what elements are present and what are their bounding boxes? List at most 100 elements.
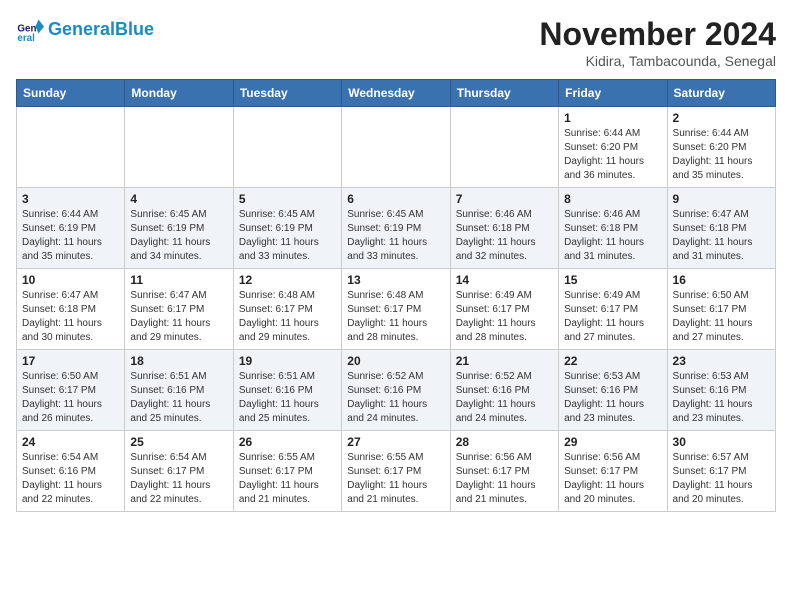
day-number: 15 xyxy=(564,273,661,287)
day-number: 9 xyxy=(673,192,770,206)
calendar-cell: 17Sunrise: 6:50 AM Sunset: 6:17 PM Dayli… xyxy=(17,350,125,431)
day-number: 20 xyxy=(347,354,444,368)
day-number: 10 xyxy=(22,273,119,287)
calendar-cell: 26 Sunrise: 6:55 AM Sunset: 6:17 PM Dayli… xyxy=(233,431,341,512)
calendar-cell: 9 Sunrise: 6:47 AM Sunset: 6:18 PM Daylig… xyxy=(667,188,775,269)
calendar-cell: 1 Sunrise: 6:44 AM Sunset: 6:20 PM Daylig… xyxy=(559,107,667,188)
day-info: Sunrise: 6:48 AM Sunset: 6:17 PM Dayligh… xyxy=(347,289,444,345)
day-info: Sunrise: 6:47 AM Sunset: 6:18 PM Dayligh… xyxy=(22,289,119,345)
calendar-body: 1 Sunrise: 6:44 AM Sunset: 6:20 PM Daylig… xyxy=(17,107,776,512)
calendar-cell xyxy=(17,107,125,188)
calendar-cell: 5 Sunrise: 6:45 AM Sunset: 6:19 PM Daylig… xyxy=(233,188,341,269)
calendar-cell xyxy=(450,107,558,188)
calendar-cell: 19 Sunrise: 6:51 AM Sunset: 6:16 PM Dayli… xyxy=(233,350,341,431)
logo: Gen eral GeneralBlue xyxy=(16,16,154,44)
calendar-cell: 20 Sunrise: 6:52 AM Sunset: 6:16 PM Dayli… xyxy=(342,350,450,431)
calendar-cell xyxy=(233,107,341,188)
svg-text:eral: eral xyxy=(17,33,35,44)
day-info: Sunrise: 6:45 AM Sunset: 6:19 PM Dayligh… xyxy=(130,208,227,264)
logo-text-line1: GeneralBlue xyxy=(48,20,154,40)
day-info: Sunrise: 6:50 AM Sunset: 6:17 PM Dayligh… xyxy=(673,289,770,345)
calendar-cell: 11Sunrise: 6:47 AM Sunset: 6:17 PM Dayli… xyxy=(125,269,233,350)
day-number: 22 xyxy=(564,354,661,368)
weekday-row: SundayMondayTuesdayWednesdayThursdayFrid… xyxy=(17,80,776,107)
weekday-header-friday: Friday xyxy=(559,80,667,107)
day-number: 11 xyxy=(130,273,227,287)
day-number: 24 xyxy=(22,435,119,449)
calendar-cell: 22 Sunrise: 6:53 AM Sunset: 6:16 PM Dayli… xyxy=(559,350,667,431)
day-info: Sunrise: 6:53 AM Sunset: 6:16 PM Dayligh… xyxy=(564,370,661,426)
location-subtitle: Kidira, Tambacounda, Senegal xyxy=(539,53,776,69)
day-number: 17 xyxy=(22,354,119,368)
calendar-cell: 2Sunrise: 6:44 AM Sunset: 6:20 PM Daylig… xyxy=(667,107,775,188)
day-info: Sunrise: 6:45 AM Sunset: 6:19 PM Dayligh… xyxy=(239,208,336,264)
day-info: Sunrise: 6:47 AM Sunset: 6:18 PM Dayligh… xyxy=(673,208,770,264)
calendar-cell: 21Sunrise: 6:52 AM Sunset: 6:16 PM Dayli… xyxy=(450,350,558,431)
day-number: 29 xyxy=(564,435,661,449)
logo-blue: Blue xyxy=(115,19,154,39)
calendar-cell: 16 Sunrise: 6:50 AM Sunset: 6:17 PM Dayli… xyxy=(667,269,775,350)
day-number: 1 xyxy=(564,111,661,125)
day-info: Sunrise: 6:54 AM Sunset: 6:17 PM Dayligh… xyxy=(130,451,227,507)
weekday-header-saturday: Saturday xyxy=(667,80,775,107)
day-number: 13 xyxy=(347,273,444,287)
day-number: 25 xyxy=(130,435,227,449)
calendar-week-1: 3Sunrise: 6:44 AM Sunset: 6:19 PM Daylig… xyxy=(17,188,776,269)
calendar-week-0: 1 Sunrise: 6:44 AM Sunset: 6:20 PM Daylig… xyxy=(17,107,776,188)
day-info: Sunrise: 6:56 AM Sunset: 6:17 PM Dayligh… xyxy=(564,451,661,507)
day-number: 14 xyxy=(456,273,553,287)
day-number: 19 xyxy=(239,354,336,368)
calendar-cell: 27Sunrise: 6:55 AM Sunset: 6:17 PM Dayli… xyxy=(342,431,450,512)
day-info: Sunrise: 6:48 AM Sunset: 6:17 PM Dayligh… xyxy=(239,289,336,345)
day-number: 18 xyxy=(130,354,227,368)
day-number: 28 xyxy=(456,435,553,449)
calendar-cell: 15 Sunrise: 6:49 AM Sunset: 6:17 PM Dayli… xyxy=(559,269,667,350)
calendar-cell: 18Sunrise: 6:51 AM Sunset: 6:16 PM Dayli… xyxy=(125,350,233,431)
calendar-cell: 24 Sunrise: 6:54 AM Sunset: 6:16 PM Dayli… xyxy=(17,431,125,512)
calendar-cell: 6 Sunrise: 6:45 AM Sunset: 6:19 PM Daylig… xyxy=(342,188,450,269)
day-info: Sunrise: 6:55 AM Sunset: 6:17 PM Dayligh… xyxy=(239,451,336,507)
calendar-cell: 4 Sunrise: 6:45 AM Sunset: 6:19 PM Daylig… xyxy=(125,188,233,269)
day-info: Sunrise: 6:57 AM Sunset: 6:17 PM Dayligh… xyxy=(673,451,770,507)
day-number: 6 xyxy=(347,192,444,206)
day-info: Sunrise: 6:52 AM Sunset: 6:16 PM Dayligh… xyxy=(347,370,444,426)
day-info: Sunrise: 6:51 AM Sunset: 6:16 PM Dayligh… xyxy=(239,370,336,426)
calendar-cell: 10 Sunrise: 6:47 AM Sunset: 6:18 PM Dayli… xyxy=(17,269,125,350)
day-info: Sunrise: 6:46 AM Sunset: 6:18 PM Dayligh… xyxy=(456,208,553,264)
weekday-header-monday: Monday xyxy=(125,80,233,107)
day-info: Sunrise: 6:45 AM Sunset: 6:19 PM Dayligh… xyxy=(347,208,444,264)
page-header: Gen eral GeneralBlue November 2024 Kidir… xyxy=(16,16,776,69)
calendar-cell: 29 Sunrise: 6:56 AM Sunset: 6:17 PM Dayli… xyxy=(559,431,667,512)
calendar-cell: 7 Sunrise: 6:46 AM Sunset: 6:18 PM Daylig… xyxy=(450,188,558,269)
day-number: 30 xyxy=(673,435,770,449)
day-number: 21 xyxy=(456,354,553,368)
day-info: Sunrise: 6:55 AM Sunset: 6:17 PM Dayligh… xyxy=(347,451,444,507)
weekday-header-wednesday: Wednesday xyxy=(342,80,450,107)
day-info: Sunrise: 6:44 AM Sunset: 6:20 PM Dayligh… xyxy=(673,127,770,183)
day-number: 4 xyxy=(130,192,227,206)
calendar-cell: 25 Sunrise: 6:54 AM Sunset: 6:17 PM Dayli… xyxy=(125,431,233,512)
day-number: 3 xyxy=(22,192,119,206)
calendar-cell: 14 Sunrise: 6:49 AM Sunset: 6:17 PM Dayli… xyxy=(450,269,558,350)
calendar-week-3: 17Sunrise: 6:50 AM Sunset: 6:17 PM Dayli… xyxy=(17,350,776,431)
day-number: 23 xyxy=(673,354,770,368)
logo-icon: Gen eral xyxy=(16,16,44,44)
weekday-header-thursday: Thursday xyxy=(450,80,558,107)
day-number: 12 xyxy=(239,273,336,287)
weekday-header-sunday: Sunday xyxy=(17,80,125,107)
day-number: 26 xyxy=(239,435,336,449)
day-info: Sunrise: 6:54 AM Sunset: 6:16 PM Dayligh… xyxy=(22,451,119,507)
day-number: 5 xyxy=(239,192,336,206)
calendar-table: SundayMondayTuesdayWednesdayThursdayFrid… xyxy=(16,79,776,512)
day-info: Sunrise: 6:49 AM Sunset: 6:17 PM Dayligh… xyxy=(564,289,661,345)
day-info: Sunrise: 6:46 AM Sunset: 6:18 PM Dayligh… xyxy=(564,208,661,264)
day-number: 7 xyxy=(456,192,553,206)
day-info: Sunrise: 6:44 AM Sunset: 6:20 PM Dayligh… xyxy=(564,127,661,183)
calendar-cell: 30 Sunrise: 6:57 AM Sunset: 6:17 PM Dayli… xyxy=(667,431,775,512)
calendar-cell: 13 Sunrise: 6:48 AM Sunset: 6:17 PM Dayli… xyxy=(342,269,450,350)
day-number: 16 xyxy=(673,273,770,287)
logo-general: General xyxy=(48,19,115,39)
calendar-header: SundayMondayTuesdayWednesdayThursdayFrid… xyxy=(17,80,776,107)
day-info: Sunrise: 6:49 AM Sunset: 6:17 PM Dayligh… xyxy=(456,289,553,345)
calendar-cell: 3Sunrise: 6:44 AM Sunset: 6:19 PM Daylig… xyxy=(17,188,125,269)
